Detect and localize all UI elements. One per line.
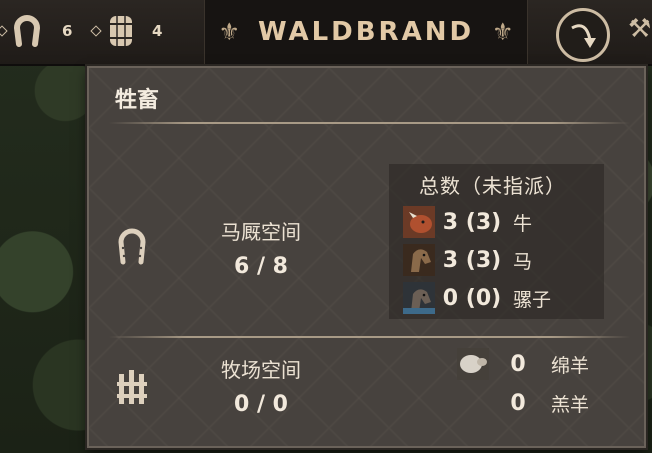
cattle-count: 3 (3): [442, 209, 502, 235]
diamond-icon: [90, 25, 102, 37]
tools-icon[interactable]: ⚒: [628, 14, 651, 44]
horseshoe-count: 6: [62, 22, 73, 40]
animal-row-cattle[interactable]: 3 (3) 牛: [403, 206, 532, 238]
cattle-name: 牛: [513, 212, 533, 235]
lamb-name: 羔羊: [551, 394, 590, 416]
mule-count: 0 (0): [442, 285, 502, 311]
fence-icon: [117, 368, 147, 410]
pasture-space-label: 牧场空间: [221, 358, 301, 382]
stable-space-value: 6 / 8: [234, 254, 288, 279]
sheep-name: 绵羊: [551, 354, 590, 377]
rotate-arrow-button[interactable]: [556, 8, 610, 62]
livestock-panel: 牲畜 马厩空间 6 / 8 总数（未指派） 3 (3) 牛 3 (3) 马 0 …: [87, 66, 646, 448]
barrel-count: 4: [152, 22, 163, 40]
animal-row-lamb[interactable]: 0 羔羊: [503, 390, 589, 417]
horseshoe-icon: [115, 226, 149, 270]
mule-portrait-icon: [403, 282, 435, 314]
lamb-count: 0: [510, 391, 526, 416]
curved-arrow-icon: [571, 24, 596, 48]
barrel-icon: [106, 14, 136, 48]
mule-name: 骡子: [513, 288, 552, 311]
top-bar: 6 4 ⚜ WALDBRAND ⚜ ⚒: [0, 0, 652, 66]
resource-horseshoe[interactable]: 6: [0, 14, 72, 48]
divider: [109, 336, 630, 338]
stable-space-label: 马厩空间: [221, 220, 301, 244]
resource-barrel[interactable]: 4: [90, 14, 163, 48]
settlement-title: WALDBRAND: [257, 17, 475, 47]
horse-count: 3 (3): [442, 247, 502, 273]
fleur-de-lis-icon: ⚜: [218, 18, 240, 46]
horseshoe-icon: [12, 14, 42, 48]
animal-row-sheep[interactable]: 0 绵羊: [457, 348, 589, 380]
divider: [109, 122, 630, 124]
animal-row-horse[interactable]: 3 (3) 马: [403, 244, 532, 276]
horse-portrait-icon: [403, 244, 435, 276]
animal-row-mule[interactable]: 0 (0) 骡子: [403, 282, 551, 314]
pasture-space-value: 0 / 0: [234, 392, 288, 417]
diamond-icon: [0, 25, 8, 37]
settlement-title-box[interactable]: ⚜ WALDBRAND ⚜: [204, 0, 528, 64]
animals-header: 总数（未指派）: [419, 174, 566, 198]
fleur-de-lis-icon: ⚜: [492, 18, 514, 46]
cow-portrait-icon: [403, 206, 435, 238]
horse-name: 马: [513, 250, 533, 273]
sheep-portrait-icon: [457, 348, 489, 380]
sheep-count: 0: [510, 351, 526, 377]
panel-title: 牲畜: [115, 88, 160, 113]
